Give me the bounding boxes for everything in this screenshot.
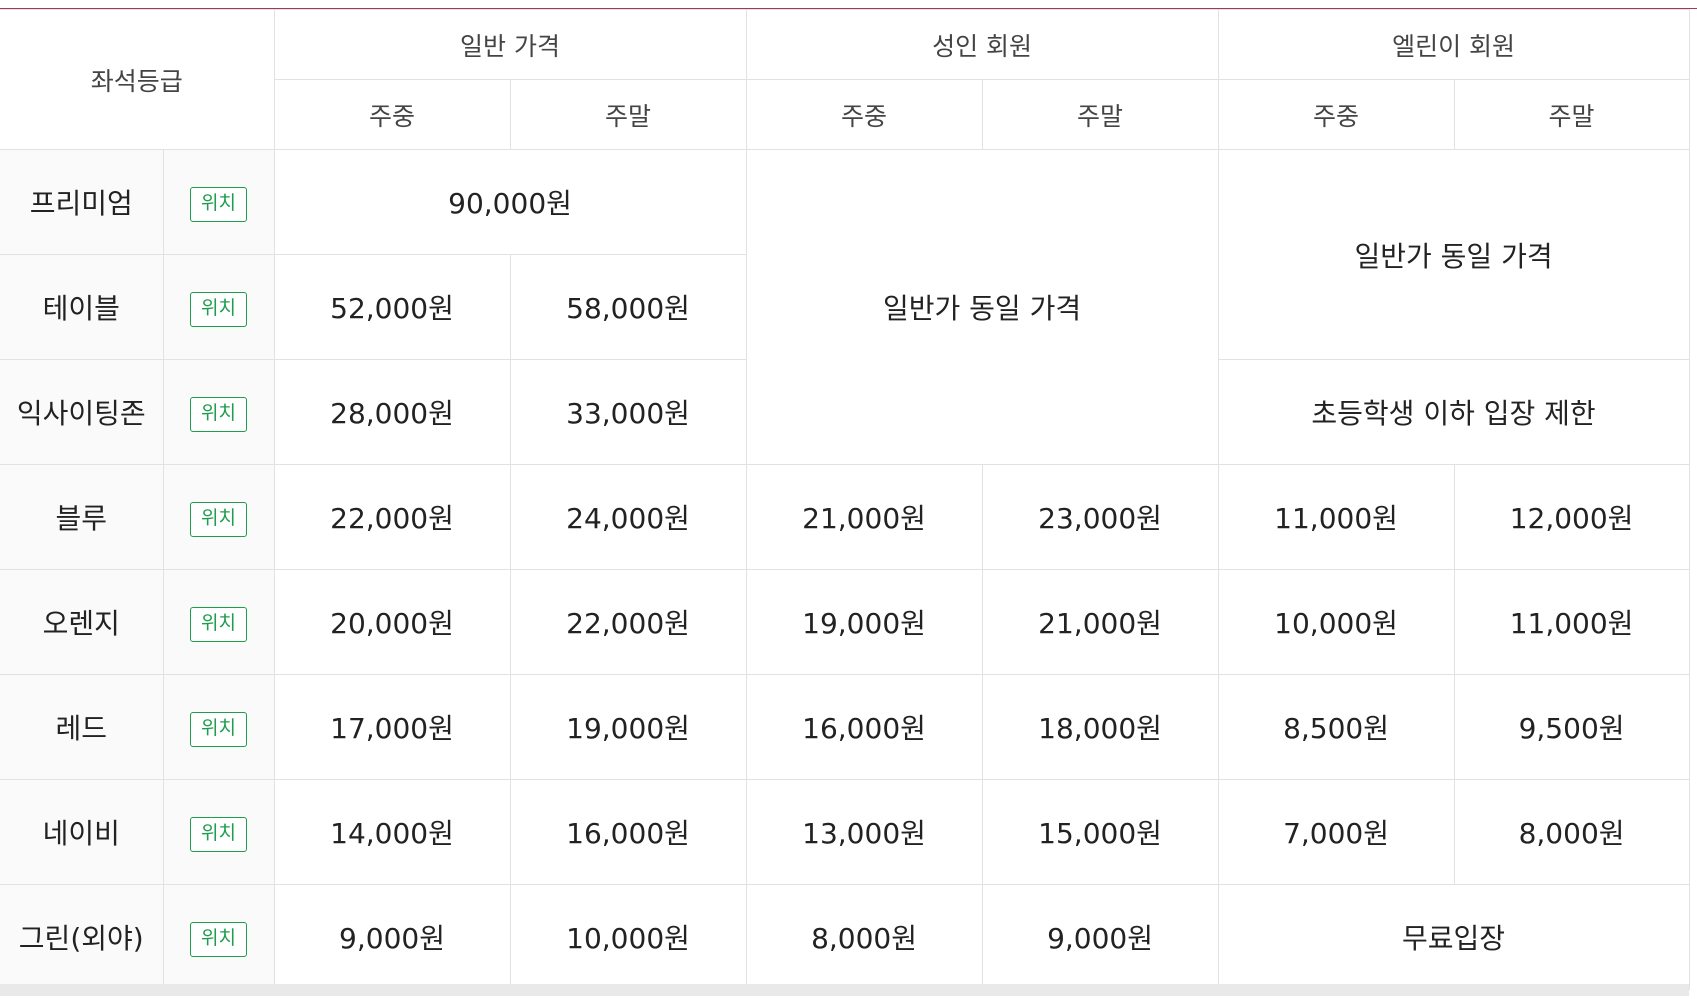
seat-grade-name: 테이블 <box>0 254 164 360</box>
seat-grade-name: 레드 <box>0 674 164 780</box>
price-general-weekday: 20,000원 <box>273 569 511 675</box>
location-button[interactable]: 위치 <box>190 396 247 432</box>
price-adult-weekend: 9,000원 <box>981 884 1219 990</box>
subheader-adult-weekday: 주중 <box>745 79 983 150</box>
price-general-weekday: 22,000원 <box>273 464 511 570</box>
seat-grade-name: 블루 <box>0 464 164 570</box>
price-general-weekday: 28,000원 <box>273 359 511 465</box>
price-adult-weekday: 13,000원 <box>745 779 983 885</box>
price-kid-weekend: 11,000원 <box>1453 569 1690 675</box>
location-button[interactable]: 위치 <box>190 186 247 222</box>
seat-grade-name: 오렌지 <box>0 569 164 675</box>
kid-free-entry-note: 무료입장 <box>1217 884 1690 990</box>
subheader-adult-weekend: 주말 <box>981 79 1219 150</box>
price-adult-weekend: 18,000원 <box>981 674 1219 780</box>
group-header-kid-member: 엘린이 회원 <box>1217 9 1690 80</box>
price-general-weekend: 19,000원 <box>509 674 747 780</box>
table-row: 블루 위치 22,000원 24,000원 21,000원 23,000원 11… <box>0 464 1690 570</box>
price-adult-weekday: 8,000원 <box>745 884 983 990</box>
price-general-weekend: 58,000원 <box>509 254 747 360</box>
price-general-weekend: 16,000원 <box>509 779 747 885</box>
group-header-general: 일반 가격 <box>273 9 747 80</box>
price-general-weekend: 24,000원 <box>509 464 747 570</box>
price-adult-weekend: 21,000원 <box>981 569 1219 675</box>
location-button[interactable]: 위치 <box>190 921 247 957</box>
price-kid-weekday: 11,000원 <box>1217 464 1455 570</box>
adult-same-price-note: 일반가 동일 가격 <box>745 149 1219 465</box>
location-button[interactable]: 위치 <box>190 291 247 327</box>
location-button[interactable]: 위치 <box>190 501 247 537</box>
price-kid-weekend: 9,500원 <box>1453 674 1690 780</box>
price-kid-weekday: 7,000원 <box>1217 779 1455 885</box>
kid-same-price-note: 일반가 동일 가격 <box>1217 149 1690 360</box>
price-general-weekday: 52,000원 <box>273 254 511 360</box>
table-row: 프리미엄 위치 90,000원 일반가 동일 가격 일반가 동일 가격 <box>0 149 1690 465</box>
price-general-weekday: 9,000원 <box>273 884 511 990</box>
price-general-weekend: 10,000원 <box>509 884 747 990</box>
subheader-general-weekday: 주중 <box>274 79 511 150</box>
top-accent-line <box>0 0 1697 9</box>
price-general-merged: 90,000원 <box>273 149 747 255</box>
table-row: 그린(외야) 위치 9,000원 10,000원 8,000원 9,000원 무… <box>0 884 1690 990</box>
location-button[interactable]: 위치 <box>190 816 247 852</box>
price-kid-weekend: 12,000원 <box>1453 464 1690 570</box>
price-general-weekend: 22,000원 <box>509 569 747 675</box>
price-adult-weekend: 23,000원 <box>981 464 1219 570</box>
table-row: 네이비 위치 14,000원 16,000원 13,000원 15,000원 7… <box>0 779 1690 885</box>
price-kid-weekday: 10,000원 <box>1217 569 1455 675</box>
seat-grade-name: 익사이팅존 <box>0 359 164 465</box>
price-adult-weekday: 16,000원 <box>745 674 983 780</box>
group-header-adult-member: 성인 회원 <box>745 9 1219 80</box>
price-general-weekday: 14,000원 <box>273 779 511 885</box>
bottom-divider <box>0 984 1689 996</box>
price-adult-weekday: 19,000원 <box>745 569 983 675</box>
table-row: 오렌지 위치 20,000원 22,000원 19,000원 21,000원 1… <box>0 569 1690 675</box>
price-kid-weekday: 8,500원 <box>1217 674 1455 780</box>
location-button[interactable]: 위치 <box>190 711 247 747</box>
price-general-weekday: 17,000원 <box>273 674 511 780</box>
price-kid-weekend: 8,000원 <box>1453 779 1690 885</box>
subheader-general-weekend: 주말 <box>509 79 747 150</box>
seat-grade-name: 네이비 <box>0 779 164 885</box>
price-general-weekend: 33,000원 <box>509 359 747 465</box>
seat-grade-name: 그린(외야) <box>0 884 164 990</box>
ticket-price-table: 좌석등급 일반 가격 성인 회원 엘린이 회원 주중 주말 주중 주말 주중 주… <box>0 9 1690 990</box>
table-row: 레드 위치 17,000원 19,000원 16,000원 18,000원 8,… <box>0 674 1690 780</box>
seat-grade-header: 좌석등급 <box>0 9 275 150</box>
subheader-kid-weekend: 주말 <box>1453 79 1690 150</box>
subheader-kid-weekday: 주중 <box>1217 79 1455 150</box>
seat-grade-name: 프리미엄 <box>0 149 164 255</box>
price-adult-weekday: 21,000원 <box>745 464 983 570</box>
price-adult-weekend: 15,000원 <box>981 779 1219 885</box>
location-button[interactable]: 위치 <box>190 606 247 642</box>
kid-restriction-note: 초등학생 이하 입장 제한 <box>1217 359 1690 465</box>
